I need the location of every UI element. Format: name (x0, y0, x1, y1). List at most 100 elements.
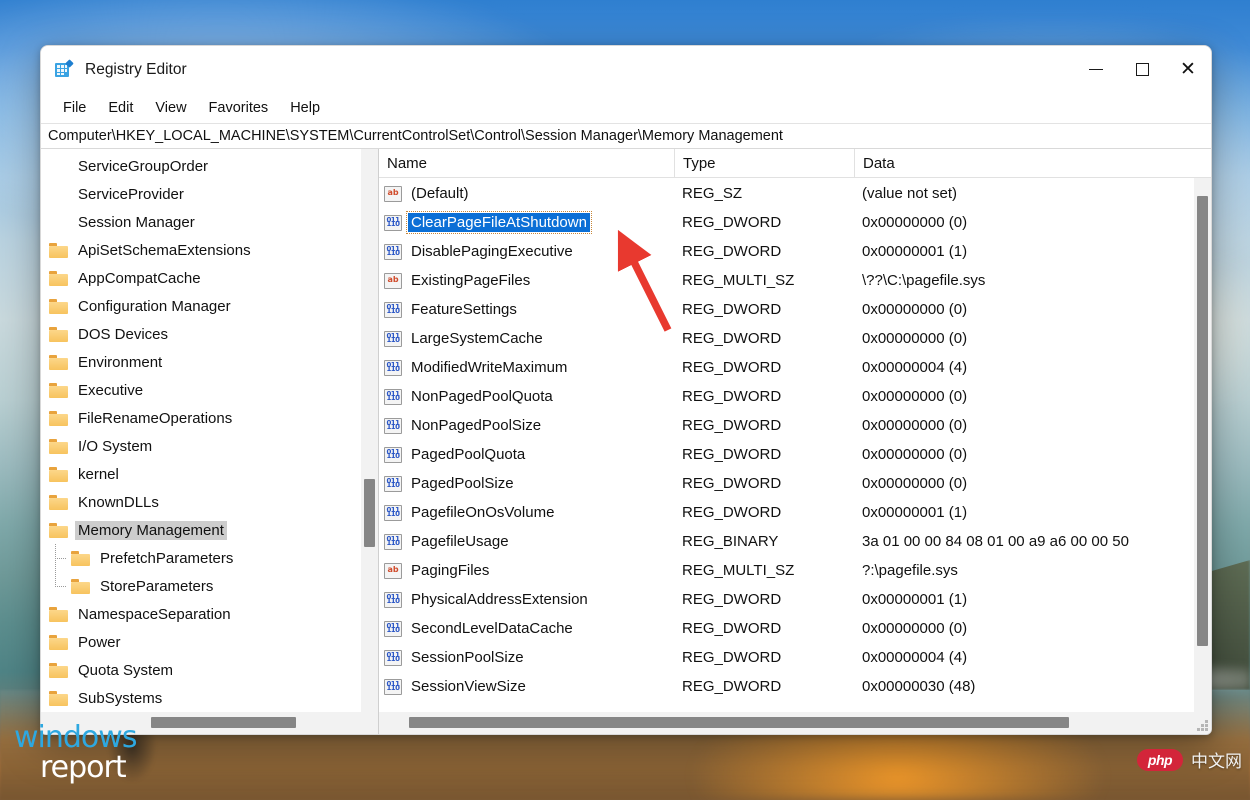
value-data-cell: 0x00000000 (0) (854, 446, 1211, 463)
value-row[interactable]: 011110PagedPoolSizeREG_DWORD0x00000000 (… (379, 469, 1211, 498)
value-name-cell: 011110PagedPoolSize (379, 474, 674, 493)
menu-item-edit[interactable]: Edit (98, 97, 143, 119)
folder-icon (71, 579, 91, 594)
dword-value-icon: 011110 (384, 476, 402, 492)
menu-bar: File Edit View Favorites Help (41, 93, 1211, 123)
value-row[interactable]: 011110NonPagedPoolQuotaREG_DWORD0x000000… (379, 382, 1211, 411)
value-row[interactable]: 011110SessionPoolSizeREG_DWORD0x00000004… (379, 643, 1211, 672)
value-data-cell: 0x00000000 (0) (854, 301, 1211, 318)
value-name-label: DisablePagingExecutive (408, 242, 576, 261)
value-row[interactable]: 011110PhysicalAddressExtensionREG_DWORD0… (379, 585, 1211, 614)
value-type-cell: REG_DWORD (674, 504, 854, 521)
tree-item-apisetschemaextensions[interactable]: ApiSetSchemaExtensions (41, 236, 378, 264)
tree-item-label: ServiceGroupOrder (75, 157, 211, 176)
watermark-line-1: windows (14, 724, 136, 752)
tree-item-storeparameters[interactable]: StoreParameters (41, 572, 378, 600)
dword-value-icon: 011110 (384, 360, 402, 376)
window-resize-grip[interactable] (1196, 719, 1208, 731)
value-name-cell: 011110LargeSystemCache (379, 329, 674, 348)
window-controls: ✕ (1073, 46, 1211, 93)
value-type-cell: REG_DWORD (674, 243, 854, 260)
tree-vertical-scrollbar[interactable] (361, 149, 378, 712)
value-type-cell: REG_DWORD (674, 678, 854, 695)
tree-item-label: Environment (75, 353, 165, 372)
value-row[interactable]: 011110SecondLevelDataCacheREG_DWORD0x000… (379, 614, 1211, 643)
value-row[interactable]: 011110LargeSystemCacheREG_DWORD0x0000000… (379, 324, 1211, 353)
value-data-cell: \??\C:\pagefile.sys (854, 272, 1211, 289)
folder-icon (49, 691, 69, 706)
tree-connector-line (55, 572, 69, 600)
tree-item-memory-management[interactable]: Memory Management (41, 516, 378, 544)
value-type-cell: REG_DWORD (674, 301, 854, 318)
value-row[interactable]: 011110FeatureSettingsREG_DWORD0x00000000… (379, 295, 1211, 324)
tree-item-serviceprovider[interactable]: ServiceProvider (41, 180, 378, 208)
values-hscroll-thumb[interactable] (409, 717, 1069, 728)
value-row[interactable]: abExistingPageFilesREG_MULTI_SZ\??\C:\pa… (379, 266, 1211, 295)
values-list-rows: ab(Default)REG_SZ(value not set)011110Cl… (379, 179, 1211, 701)
value-row[interactable]: 011110DisablePagingExecutiveREG_DWORD0x0… (379, 237, 1211, 266)
tree-item-power[interactable]: Power (41, 628, 378, 656)
tree-item-i-o-system[interactable]: I/O System (41, 432, 378, 460)
tree-item-quota-system[interactable]: Quota System (41, 656, 378, 684)
tree-item-kernel[interactable]: kernel (41, 460, 378, 488)
minimize-button[interactable] (1073, 46, 1119, 93)
tree-item-environment[interactable]: Environment (41, 348, 378, 376)
menu-item-favorites[interactable]: Favorites (199, 97, 279, 119)
value-name-cell: 011110PagedPoolQuota (379, 445, 674, 464)
value-name-cell: abExistingPageFiles (379, 271, 674, 290)
column-header-name[interactable]: Name (379, 149, 674, 178)
value-row[interactable]: 011110PagefileUsageREG_BINARY3a 01 00 00… (379, 527, 1211, 556)
tree-item-label: AppCompatCache (75, 269, 204, 288)
value-name-label: SessionViewSize (408, 677, 529, 696)
column-header-type[interactable]: Type (674, 149, 854, 178)
value-row[interactable]: 011110ClearPageFileAtShutdownREG_DWORD0x… (379, 208, 1211, 237)
value-row[interactable]: 011110PagedPoolQuotaREG_DWORD0x00000000 … (379, 440, 1211, 469)
value-row[interactable]: 011110SessionViewSizeREG_DWORD0x00000030… (379, 672, 1211, 701)
tree-item-servicegrouporder[interactable]: ServiceGroupOrder (41, 152, 378, 180)
tree-item-filerenameoperations[interactable]: FileRenameOperations (41, 404, 378, 432)
column-header-data[interactable]: Data (854, 149, 1211, 178)
menu-item-view[interactable]: View (145, 97, 196, 119)
tree-item-configuration-manager[interactable]: Configuration Manager (41, 292, 378, 320)
values-scroll-thumb[interactable] (1197, 196, 1208, 646)
tree-item-appcompatcache[interactable]: AppCompatCache (41, 264, 378, 292)
tree-item-label: I/O System (75, 437, 155, 456)
value-row[interactable]: 011110PagefileOnOsVolumeREG_DWORD0x00000… (379, 498, 1211, 527)
tree-item-subsystems[interactable]: SubSystems (41, 684, 378, 712)
value-name-label: SecondLevelDataCache (408, 619, 576, 638)
tree-item-knowndlls[interactable]: KnownDLLs (41, 488, 378, 516)
folder-icon (49, 243, 69, 258)
address-bar[interactable]: Computer\HKEY_LOCAL_MACHINE\SYSTEM\Curre… (41, 123, 1211, 149)
tree-item-session-manager[interactable]: Session Manager (41, 208, 378, 236)
tree-scroll-thumb[interactable] (364, 479, 375, 547)
value-row[interactable]: 011110 ModifiedWriteMaximum REG_DWORD0x000… (379, 353, 1211, 382)
registry-tree[interactable]: ServiceGroupOrder ServiceProvider Session … (41, 149, 378, 712)
values-vertical-scrollbar[interactable] (1194, 178, 1211, 712)
value-name-cell: 011110SessionPoolSize (379, 648, 674, 667)
value-name-label: ModifiedWriteMaximum (408, 358, 570, 377)
menu-item-file[interactable]: File (53, 97, 96, 119)
value-type-cell: REG_DWORD (674, 417, 854, 434)
value-data-cell: 0x00000004 (4) (854, 359, 1211, 376)
tree-item-label: Configuration Manager (75, 297, 234, 316)
tree-item-prefetchparameters[interactable]: PrefetchParameters (41, 544, 378, 572)
tree-item-executive[interactable]: Executive (41, 376, 378, 404)
values-list[interactable]: ab(Default)REG_SZ(value not set)011110Cl… (379, 178, 1211, 712)
windows-report-watermark: windows report (14, 724, 136, 781)
tree-item-label: ServiceProvider (75, 185, 187, 204)
maximize-button[interactable] (1119, 46, 1165, 93)
tree-item-dos-devices[interactable]: DOS Devices (41, 320, 378, 348)
tree-item-label: PrefetchParameters (97, 549, 236, 568)
values-horizontal-scrollbar[interactable] (379, 712, 1211, 734)
tree-hscroll-thumb[interactable] (151, 717, 296, 728)
value-row[interactable]: 011110NonPagedPoolSizeREG_DWORD0x0000000… (379, 411, 1211, 440)
string-value-icon: ab (384, 186, 402, 202)
folder-icon (49, 299, 69, 314)
value-name-cell: 011110PagefileOnOsVolume (379, 503, 674, 522)
value-row[interactable]: abPagingFilesREG_MULTI_SZ?:\pagefile.sys (379, 556, 1211, 585)
menu-item-help[interactable]: Help (280, 97, 330, 119)
tree-item-namespaceseparation[interactable]: NamespaceSeparation (41, 600, 378, 628)
value-type-cell: REG_DWORD (674, 359, 854, 376)
close-button[interactable]: ✕ (1165, 46, 1211, 93)
value-row[interactable]: ab(Default)REG_SZ(value not set) (379, 179, 1211, 208)
